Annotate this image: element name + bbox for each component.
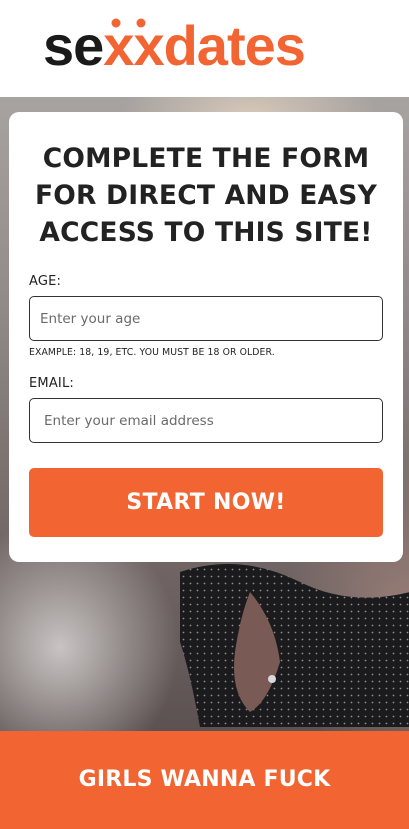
start-now-button[interactable]: START NOW! <box>29 468 383 537</box>
age-input[interactable] <box>29 296 383 341</box>
email-label: EMAIL: <box>29 376 74 391</box>
hero-photo-detail <box>180 564 409 727</box>
email-input[interactable] <box>29 398 383 443</box>
footer-text: GIRLS WANNA FUCK <box>78 766 331 792</box>
footer-banner: GIRLS WANNA FUCK <box>0 731 409 829</box>
logo-prefix: se <box>43 18 103 74</box>
site-logo[interactable]: sexxdates <box>43 18 369 74</box>
logo-xx: xx <box>103 18 164 74</box>
signup-form-card: COMPLETE THE FORM FOR DIRECT AND EASY AC… <box>9 112 403 562</box>
age-hint: EXAMPLE: 18, 19, ETC. YOU MUST BE 18 OR … <box>29 347 275 358</box>
logo-dot-right <box>136 18 146 28</box>
svg-text:sexxdates: sexxdates <box>43 18 305 74</box>
logo-suffix: dates <box>164 18 305 74</box>
logo-dot-left <box>111 18 121 28</box>
site-header: sexxdates <box>0 0 409 97</box>
age-label: AGE: <box>29 274 62 289</box>
form-title: COMPLETE THE FORM FOR DIRECT AND EASY AC… <box>35 143 377 248</box>
